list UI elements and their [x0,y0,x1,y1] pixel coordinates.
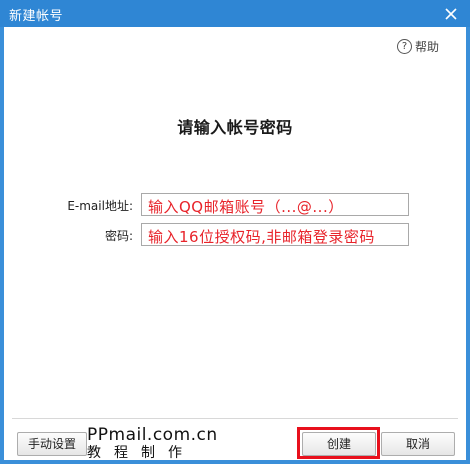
watermark-subtitle: 教程制作 [87,445,195,461]
footer-divider [12,418,458,419]
email-label: E-mail地址: [67,199,133,213]
email-field[interactable]: 输入QQ邮箱账号（...@...） [141,193,409,216]
title-bar[interactable]: 新建帐号 [0,0,470,27]
window-title: 新建帐号 [9,9,64,24]
password-label: 密码: [104,229,133,243]
new-account-dialog: 新建帐号 ? 帮助 请输入帐号密码 E-mail地址: 输入QQ邮箱账号（...… [0,0,470,464]
close-button[interactable] [440,3,462,25]
manual-settings-button[interactable]: 手动设置 [17,432,87,456]
create-button[interactable]: 创建 [302,432,376,456]
cancel-button[interactable]: 取消 [381,432,455,456]
password-field[interactable]: 输入16位授权码,非邮箱登录密码 [141,223,409,246]
close-icon [445,8,457,20]
help-link[interactable]: ? 帮助 [397,38,439,54]
page-title: 请输入帐号密码 [177,118,293,137]
help-label: 帮助 [415,39,440,54]
help-circle-icon: ? [397,38,412,54]
